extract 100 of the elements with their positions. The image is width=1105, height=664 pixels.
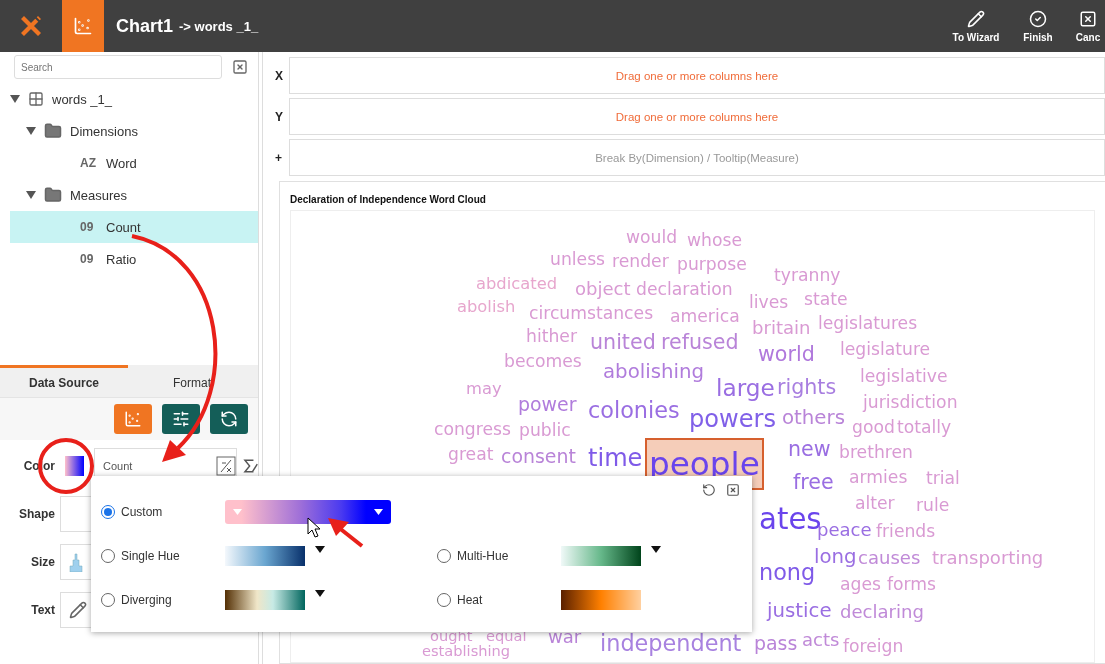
cloud-word: power	[518, 395, 577, 415]
tree-item[interactable]: Measures	[10, 179, 258, 211]
cloud-word: free	[793, 472, 834, 493]
tree-item[interactable]: 09 Ratio	[10, 243, 258, 275]
encoding-label: Text	[30, 603, 55, 617]
cloud-word: pass	[754, 634, 798, 654]
option-label: Heat	[457, 593, 484, 607]
cloud-word: large	[716, 375, 775, 399]
cloud-word: unless	[550, 251, 606, 269]
color-swatch[interactable]	[65, 456, 84, 476]
scatter-chart-icon	[124, 410, 142, 428]
cloud-word: great	[448, 446, 494, 464]
cloud-word: time	[588, 446, 643, 471]
cloud-word: long	[814, 546, 857, 567]
cloud-word: public	[519, 422, 571, 440]
cloud-word: powers	[689, 407, 776, 432]
tree-item[interactable]: AZ Word	[10, 147, 258, 179]
type-label: 09	[80, 252, 95, 266]
cloud-word: nong	[759, 561, 816, 584]
cloud-word: causes	[858, 548, 921, 567]
cloud-word: abdicated	[476, 275, 558, 293]
selected-tree-item[interactable]: 09 Count	[10, 211, 258, 243]
cloud-word: alter	[855, 495, 895, 513]
close-icon[interactable]	[726, 483, 740, 497]
cloud-word: rights	[777, 377, 837, 398]
option-label: Multi-Hue	[457, 549, 510, 563]
tab[interactable]: Format	[128, 365, 256, 397]
cloud-word: america	[670, 308, 740, 326]
toolbar-button[interactable]: Canc	[1071, 0, 1105, 52]
cursor-icon	[307, 517, 321, 538]
cloud-word: ought	[430, 628, 473, 644]
cloud-word: circumstances	[529, 305, 654, 323]
cloud-word: friends	[876, 523, 936, 541]
cloud-word: may	[466, 380, 502, 398]
gradient-bar[interactable]	[225, 546, 305, 566]
cloud-word: good	[852, 419, 895, 437]
cloud-word: refused	[661, 332, 739, 353]
toolbar-button[interactable]	[210, 404, 248, 434]
cloud-word: new	[788, 439, 831, 460]
source-label: -> words _1_	[179, 18, 259, 34]
cloud-word: ages	[840, 576, 881, 594]
cloud-word: britain	[752, 318, 811, 337]
cloud-word: armies	[849, 469, 908, 487]
gradient-bar[interactable]	[561, 546, 641, 566]
tree-label: words _1_	[52, 91, 112, 107]
cloud-word: rule	[916, 497, 950, 515]
gradient-bar[interactable]	[561, 590, 641, 610]
tree-label: Count	[106, 219, 141, 235]
option-label: Custom	[121, 505, 164, 519]
reset-icon[interactable]	[702, 483, 716, 497]
cloud-word: justice	[767, 600, 832, 621]
search-field[interactable]: Search	[14, 55, 222, 79]
caret-icon[interactable]	[651, 546, 661, 553]
cloud-word: abolishing	[603, 361, 705, 382]
cloud-word: would	[626, 229, 678, 247]
folder-icon	[44, 122, 62, 140]
refresh-icon	[220, 410, 238, 428]
tree-label: Measures	[70, 187, 128, 203]
cloud-word: transporting	[932, 548, 1044, 567]
caret-icon[interactable]	[315, 546, 325, 553]
formula-icon[interactable]	[215, 456, 236, 476]
tree-item[interactable]: Dimensions	[10, 115, 258, 147]
caret-icon[interactable]	[315, 590, 325, 597]
caret-icon[interactable]	[374, 509, 383, 515]
cloud-word: legislature	[840, 341, 931, 359]
cloud-word: acts	[802, 630, 840, 649]
pencil-icon	[69, 601, 87, 619]
gradient-bar[interactable]	[225, 500, 391, 524]
cloud-word: legislatures	[818, 315, 918, 333]
caret-icon[interactable]	[26, 191, 36, 199]
sigma-icon[interactable]	[242, 458, 258, 474]
encoding-label: Shape	[18, 507, 55, 521]
tree-item[interactable]: words _1_	[10, 83, 258, 115]
shelf-label: +	[275, 150, 283, 165]
scatter-chart-icon	[73, 16, 93, 36]
close-icon[interactable]	[232, 59, 248, 75]
gradient-bar[interactable]	[225, 590, 305, 610]
type-label: 09	[80, 220, 95, 234]
cloud-word: equal	[486, 628, 527, 644]
cloud-word: others	[782, 407, 845, 428]
chart-title: Chart1	[116, 15, 173, 37]
toolbar-button[interactable]: Finish	[1009, 0, 1067, 52]
cloud-word: world	[758, 344, 815, 365]
pencil-icon	[967, 9, 985, 28]
shelf-label: X	[275, 68, 284, 83]
toolbar-button[interactable]: To Wizard	[947, 0, 1005, 52]
tree-label: Ratio	[106, 251, 137, 267]
cloud-word: abolish	[457, 298, 516, 316]
check-circle-icon	[1029, 9, 1047, 28]
tree-label: Dimensions	[70, 123, 138, 139]
caret-icon[interactable]	[26, 127, 36, 135]
toolbar-button[interactable]	[162, 404, 200, 434]
cloud-word: colonies	[588, 399, 680, 422]
cloud-word: independent	[600, 632, 742, 655]
cloud-word: congress	[434, 421, 511, 439]
cloud-word: foreign	[843, 638, 904, 656]
shelf-label: Y	[275, 109, 284, 124]
cloud-word: lives	[749, 294, 789, 312]
cloud-word: forms	[887, 576, 937, 594]
caret-icon[interactable]	[10, 95, 20, 103]
